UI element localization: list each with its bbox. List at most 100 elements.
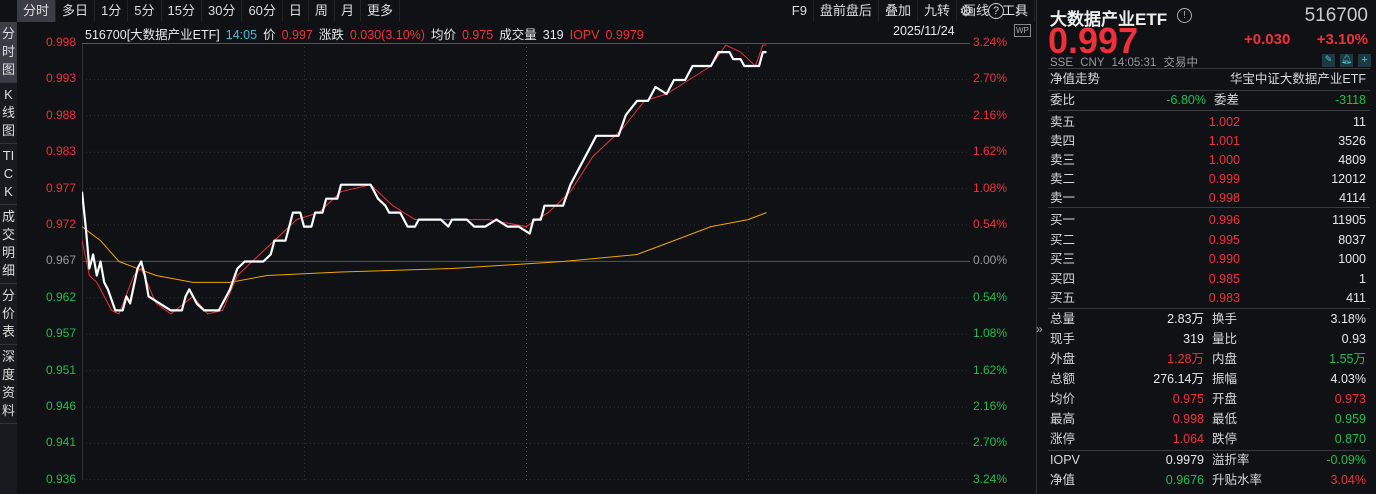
pct-tick-label: 0.54% <box>973 289 1008 304</box>
tab-10[interactable]: 更多 <box>361 0 400 22</box>
pct-tick-label: 3.24% <box>973 35 1008 49</box>
stats-value: 1.064 <box>1172 432 1204 446</box>
bids-price: 0.985 <box>1208 271 1240 286</box>
wp-icon[interactable]: WP <box>1014 24 1031 37</box>
bell-icon[interactable]: 🔔︎ <box>1340 54 1353 67</box>
chevron-right-icon[interactable]: › <box>1015 1 1020 18</box>
tracked-index: 华宝中证大数据产业ETF <box>1229 72 1366 86</box>
ask-row[interactable]: 卖三 1.000 4809 <box>1050 151 1366 170</box>
intraday-chart[interactable] <box>82 43 970 480</box>
tool-1[interactable]: 盘前盘后 <box>814 0 879 22</box>
wc-label: 委差 <box>1214 93 1240 107</box>
tab-4[interactable]: 15分 <box>162 0 202 22</box>
tool-3[interactable]: 九转 <box>918 0 957 22</box>
tab-0[interactable]: 分时 <box>17 0 57 22</box>
bids-volume: 11905 <box>1332 213 1366 227</box>
bids-label: 买一 <box>1050 213 1076 227</box>
avg-label: 均价 <box>430 28 456 42</box>
bids-volume: 8037 <box>1338 232 1366 247</box>
tab-5[interactable]: 30分 <box>202 0 243 22</box>
stat-row: 涨停 1.064 跌停 0.870 <box>1050 430 1366 449</box>
stats-value: 276.14万 <box>1153 372 1204 386</box>
add-icon[interactable]: + <box>1358 54 1371 67</box>
iopv-label: 净值 <box>1050 473 1076 487</box>
asks-label: 卖四 <box>1050 134 1076 148</box>
avg-line <box>82 212 767 283</box>
bid-row[interactable]: 买一 0.996 11905 <box>1050 211 1366 230</box>
bid-row[interactable]: 买二 0.995 8037 <box>1050 231 1366 250</box>
y-tick-label: 0.993 <box>45 71 76 86</box>
stats-value: 2.83万 <box>1167 312 1204 326</box>
bids-price: 0.983 <box>1208 291 1240 305</box>
pct-tick-label: 2.70% <box>973 71 1008 86</box>
stat-row: 均价 0.975 开盘 0.973 <box>1050 390 1366 409</box>
edit-icon[interactable]: ✎ <box>1322 54 1335 67</box>
stats-label2: 振幅 <box>1212 372 1238 386</box>
stats-label2: 最低 <box>1212 412 1238 426</box>
info-icon[interactable]: ! <box>1177 8 1192 23</box>
change-label: 涨跌 <box>318 28 344 42</box>
y-tick-label: 0.936 <box>45 471 76 486</box>
stat-row: 总量 2.83万 换手 3.18% <box>1050 310 1366 329</box>
ask-row[interactable]: 卖一 0.998 4114 <box>1050 189 1366 208</box>
gear-icon[interactable]: ⚙ <box>957 2 975 20</box>
y-tick-label: 0.972 <box>45 217 76 231</box>
tab-2[interactable]: 1分 <box>95 0 129 22</box>
info-time: 14:05 <box>225 28 258 42</box>
iopv-value: 0.9979 <box>605 28 644 42</box>
asks-label: 卖五 <box>1050 115 1076 129</box>
iopv-line <box>82 44 767 315</box>
bids-volume: 1 <box>1359 271 1366 286</box>
tab-6[interactable]: 60分 <box>242 0 283 22</box>
iopv-label2: 升贴水率 <box>1212 473 1263 487</box>
wb-value: -6.80% <box>1166 93 1206 107</box>
asks-price: 1.000 <box>1208 153 1240 167</box>
stats-value: 1.28万 <box>1167 352 1204 366</box>
price-change: +0.030 <box>1244 31 1291 48</box>
bids-price: 0.995 <box>1208 232 1240 247</box>
bid-row[interactable]: 买三 0.990 1000 <box>1050 250 1366 269</box>
pct-tick-label: 2.16% <box>973 399 1008 413</box>
stats-value2: 4.03% <box>1330 372 1366 386</box>
stats-value2: 0.959 <box>1334 412 1366 426</box>
quote-info-bar: 516700[大数据产业ETF] 14:05 价 0.997 涨跌 0.030(3.10%… <box>85 24 650 43</box>
y-tick-label: 0.967 <box>45 253 76 268</box>
bid-row[interactable]: 买五 0.983 411 <box>1050 289 1366 308</box>
wc-value: -3118 <box>1334 93 1366 107</box>
tab-8[interactable]: 周 <box>309 0 335 22</box>
pct-tick-label: 2.16% <box>973 107 1008 122</box>
ask-row[interactable]: 卖五 1.002 11 <box>1050 113 1366 132</box>
tool-0[interactable]: F9 <box>786 0 814 22</box>
tab-7[interactable]: 日 <box>283 0 309 22</box>
stats-value: 319 <box>1183 332 1204 346</box>
iopv-value2: -0.09% <box>1326 453 1366 467</box>
avg-value: 0.975 <box>461 28 494 42</box>
stats-label: 外盘 <box>1050 352 1076 366</box>
stats-label: 涨停 <box>1050 432 1076 446</box>
iopv-value: 0.9979 <box>1165 453 1204 467</box>
pct-tick-label: 1.62% <box>973 144 1008 159</box>
bid-row[interactable]: 买四 0.985 1 <box>1050 270 1366 289</box>
asks-label: 卖二 <box>1050 172 1076 186</box>
tool-2[interactable]: 叠加 <box>879 0 918 22</box>
stats-value2: 1.55万 <box>1329 352 1366 366</box>
stats-label2: 换手 <box>1212 312 1238 326</box>
bids-volume: 411 <box>1346 291 1366 305</box>
help-icon[interactable]: ? <box>988 3 1004 19</box>
nav-trend-link[interactable]: 净值走势 <box>1050 70 1100 89</box>
ask-row[interactable]: 卖四 1.001 3526 <box>1050 132 1366 151</box>
quote-panel: 大数据产业ETF ! 516700 0.997 +0.030 +3.10% SS… <box>1040 0 1376 494</box>
tab-9[interactable]: 月 <box>335 0 361 22</box>
stat-row: 外盘 1.28万 内盘 1.55万 <box>1050 350 1366 369</box>
info-code: 516700[大数据产业ETF] <box>85 28 220 42</box>
pct-tick-label: 1.08% <box>973 180 1008 195</box>
stats-label: 最高 <box>1050 412 1076 426</box>
wb-label: 委比 <box>1050 93 1076 107</box>
stats-label2: 开盘 <box>1212 392 1238 406</box>
bids-label: 买五 <box>1050 291 1076 305</box>
tab-1[interactable]: 多日 <box>56 0 96 22</box>
ask-row[interactable]: 卖二 0.999 12012 <box>1050 170 1366 189</box>
asks-volume: 3526 <box>1338 134 1366 148</box>
tab-3[interactable]: 5分 <box>128 0 162 22</box>
stats-label2: 量比 <box>1212 332 1238 346</box>
